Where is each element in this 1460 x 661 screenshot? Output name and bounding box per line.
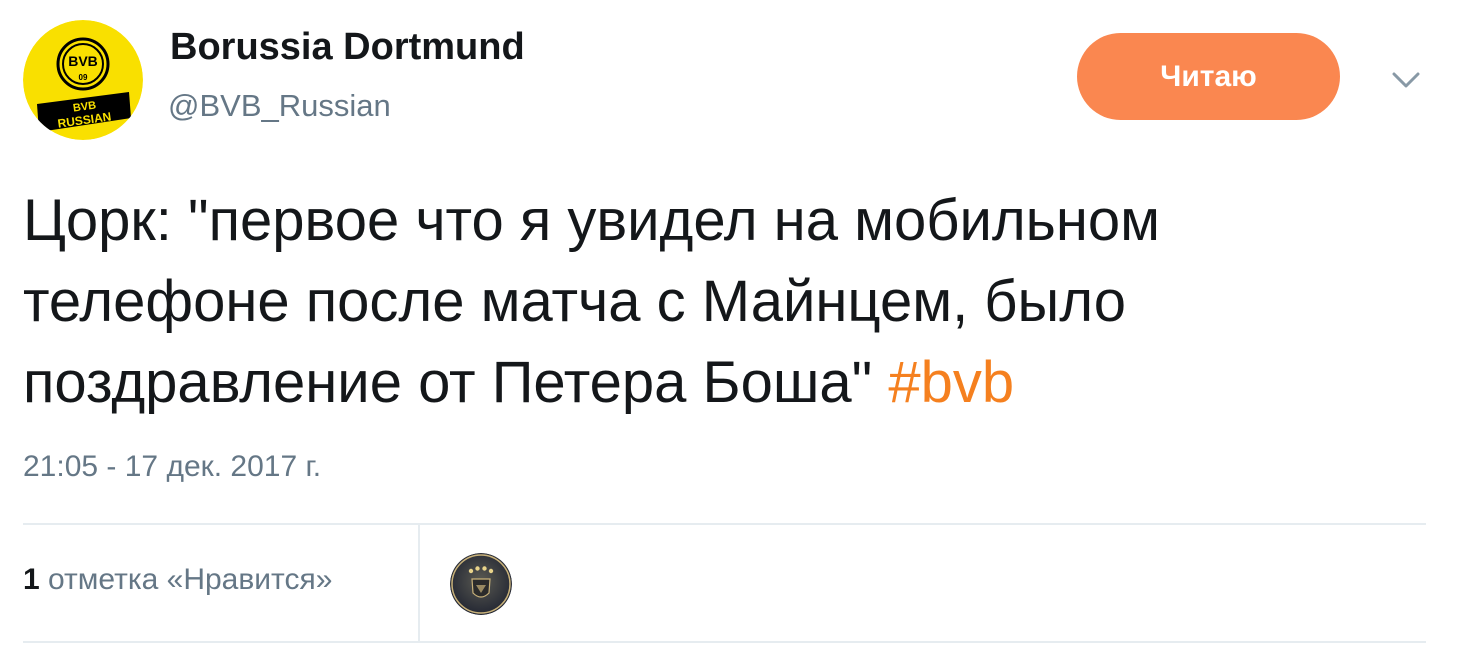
tweet-timestamp[interactable]: 21:05 - 17 дек. 2017 г. — [23, 450, 321, 484]
likes-label: отметка «Нравится» — [39, 563, 333, 596]
tweet-text: Цорк: "первое что я увидел на мобильном … — [23, 180, 1433, 423]
stats-divider-top — [23, 523, 1426, 525]
author-display-name[interactable]: Borussia Dortmund — [170, 26, 525, 69]
svg-text:BVB: BVB — [68, 53, 98, 69]
likes-count: 1 — [23, 563, 40, 596]
svg-text:09: 09 — [79, 73, 88, 82]
bvb-russian-logo-icon: BVB 09 BVB RUSSIAN — [23, 20, 143, 140]
germany-national-team-crest-icon — [450, 553, 512, 615]
author-avatar[interactable]: BVB 09 BVB RUSSIAN — [23, 20, 143, 140]
liker-avatar[interactable] — [450, 553, 512, 615]
chevron-down-icon — [1392, 72, 1420, 88]
tweet-menu-button[interactable] — [1388, 62, 1424, 98]
tweet: BVB 09 BVB RUSSIAN Borussia Dortmund @BV… — [0, 0, 1460, 661]
hashtag-link[interactable]: #bvb — [888, 350, 1014, 415]
author-handle[interactable]: @BVB_Russian — [168, 88, 391, 124]
stats-vertical-divider — [418, 525, 420, 641]
likes-stat[interactable]: 1 отметка «Нравится» — [23, 563, 332, 597]
stats-divider-bottom — [23, 641, 1426, 643]
following-button[interactable]: Читаю — [1077, 33, 1340, 120]
